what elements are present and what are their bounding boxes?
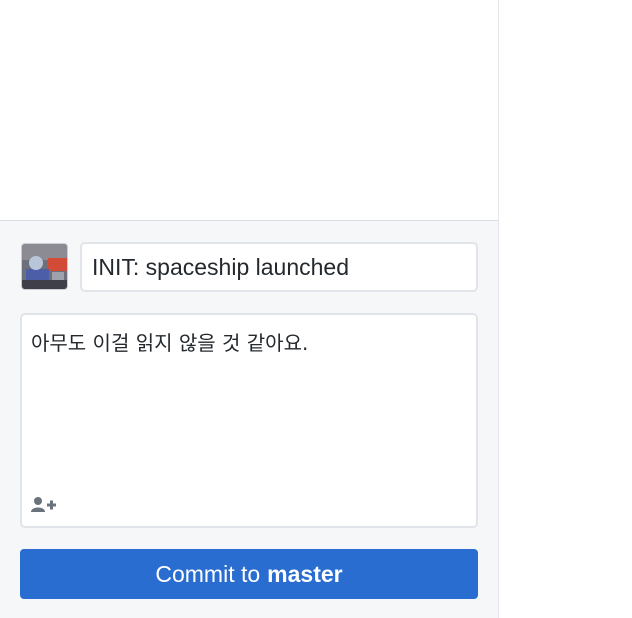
- add-coauthor-icon[interactable]: [31, 496, 59, 514]
- diff-view-pane: [499, 0, 632, 618]
- commit-button-label: Commit to: [155, 560, 261, 587]
- user-avatar[interactable]: [21, 243, 68, 290]
- desktop-app-window: INIT: spaceship launched 아무도 이걸 읽지 않을 것 …: [0, 0, 632, 618]
- commit-message-panel: INIT: spaceship launched 아무도 이걸 읽지 않을 것 …: [0, 220, 498, 618]
- commit-branch-name: master: [267, 560, 343, 587]
- commit-button[interactable]: Commit to master: [20, 549, 478, 599]
- changed-files-list: [0, 0, 498, 220]
- changes-sidebar: INIT: spaceship launched 아무도 이걸 읽지 않을 것 …: [0, 0, 499, 618]
- commit-summary-text: INIT: spaceship launched: [92, 253, 349, 280]
- commit-description-textarea[interactable]: 아무도 이걸 읽지 않을 것 같아요.: [20, 313, 478, 528]
- commit-description-text: 아무도 이걸 읽지 않을 것 같아요.: [31, 331, 309, 355]
- commit-summary-input[interactable]: INIT: spaceship launched: [80, 242, 478, 292]
